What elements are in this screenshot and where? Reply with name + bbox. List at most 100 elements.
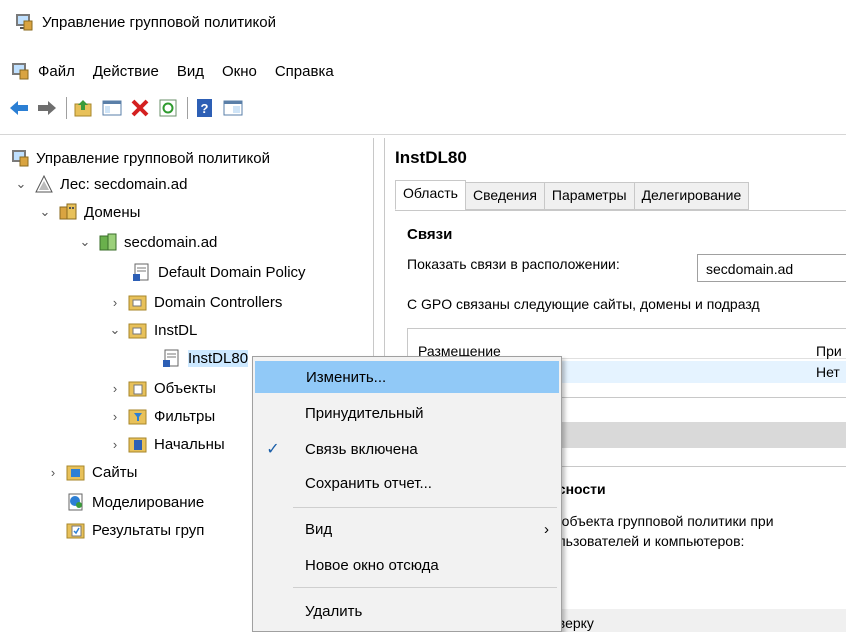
delete-icon — [131, 99, 149, 117]
wmi-filter-icon — [128, 409, 147, 425]
chevron-right-icon: › — [544, 520, 549, 538]
menu-separator — [293, 507, 557, 508]
tree-item-domains[interactable]: ⌄ Домены — [38, 200, 140, 224]
forward-button[interactable] — [36, 97, 58, 119]
menu-item-label: Вид — [305, 520, 333, 538]
chevron-down-icon[interactable]: ⌄ — [108, 322, 122, 338]
tab-settings[interactable]: Параметры — [543, 182, 635, 210]
links-description: С GPO связаны следующие сайты, домены и … — [407, 296, 760, 312]
show-hide-tree-icon — [102, 100, 122, 116]
delete-button[interactable] — [129, 97, 151, 119]
menu-item-label: Связь включена — [305, 440, 418, 458]
up-folder-icon — [74, 100, 92, 117]
chevron-right-icon[interactable]: › — [108, 437, 122, 452]
chevron-right-icon[interactable]: › — [108, 295, 122, 310]
system-menu-icon[interactable] — [10, 61, 30, 81]
help-icon: ? — [197, 99, 212, 117]
tree-item-domain-controllers[interactable]: › Domain Controllers — [108, 290, 282, 314]
properties-icon — [223, 100, 243, 116]
refresh-button[interactable] — [157, 97, 179, 119]
tree-label: Домены — [84, 203, 141, 221]
forward-icon — [38, 101, 56, 115]
context-menu: Изменить... Принудительный ✓ Связь включ… — [252, 356, 562, 632]
tree-item-results[interactable]: Результаты груп — [66, 518, 204, 542]
tab-strip: Область Сведения Параметры Делегирование — [395, 180, 750, 210]
tree-item-instdl[interactable]: ⌄ InstDL — [108, 318, 197, 342]
tree-item-root[interactable]: Управление групповой политикой — [10, 146, 270, 170]
menu-item-label: Удалить — [305, 602, 363, 620]
gpo-link-icon — [133, 263, 149, 281]
show-hide-tree-button[interactable] — [101, 97, 123, 119]
gpmc-icon — [12, 150, 29, 167]
menu-item-enforced[interactable]: Принудительный — [255, 397, 559, 429]
properties-button[interactable] — [222, 97, 244, 119]
security-description-line1: о объекта групповой политики при — [550, 513, 774, 529]
tree-item-default-domain-policy[interactable]: Default Domain Policy — [132, 260, 306, 284]
chevron-down-icon[interactable]: ⌄ — [38, 204, 52, 220]
chevron-right-icon[interactable]: › — [108, 381, 122, 396]
tree-item-starter-gpos[interactable]: › Начальны — [108, 432, 225, 456]
tree-item-gpo-objects[interactable]: › Объекты — [108, 376, 216, 400]
menu-item-label: Сохранить отчет... — [305, 474, 432, 492]
menu-help[interactable]: Справка — [275, 63, 334, 80]
tab-scope[interactable]: Область — [395, 180, 466, 210]
tab-delegation[interactable]: Делегирование — [633, 182, 750, 210]
tree-label: InstDL80 — [188, 349, 249, 367]
toolbar-separator — [187, 97, 188, 119]
refresh-icon — [159, 99, 177, 117]
menu-window[interactable]: Окно — [222, 63, 257, 80]
menu-item-delete[interactable]: Удалить — [255, 595, 559, 627]
tree-label: InstDL — [154, 321, 198, 339]
help-button[interactable]: ? — [194, 97, 216, 119]
back-button[interactable] — [8, 97, 30, 119]
tree-label: Начальны — [154, 435, 225, 453]
menu-item-new-window[interactable]: Новое окно отсюда — [255, 549, 559, 581]
chevron-right-icon[interactable]: › — [108, 409, 122, 424]
ou-folder-icon — [128, 295, 147, 311]
chevron-down-icon[interactable]: ⌄ — [14, 176, 28, 192]
tree-label: Default Domain Policy — [158, 263, 306, 281]
tree-label: Domain Controllers — [154, 293, 283, 311]
results-icon — [66, 523, 85, 539]
starter-gpo-icon — [128, 437, 147, 453]
sites-icon — [66, 465, 85, 481]
tree-label: Фильтры — [154, 407, 216, 425]
up-folder-button[interactable] — [73, 97, 95, 119]
tree-item-domain[interactable]: ⌄ secdomain.ad — [78, 230, 217, 254]
tree-label: Сайты — [92, 463, 138, 481]
menu-item-save-report[interactable]: Сохранить отчет... — [255, 467, 559, 499]
tree-item-wmi-filters[interactable]: › Фильтры — [108, 404, 215, 428]
table-header: Размещение При — [408, 329, 846, 359]
gpo-link-icon — [163, 349, 179, 367]
location-dropdown[interactable]: secdomain.ad — [697, 254, 846, 282]
menu-separator — [293, 587, 557, 588]
chevron-down-icon[interactable]: ⌄ — [78, 234, 92, 250]
menu-item-view[interactable]: Вид › — [255, 513, 559, 545]
menu-item-link-enabled[interactable]: ✓ Связь включена — [255, 433, 559, 465]
ou-folder-icon — [128, 323, 147, 339]
tree-item-forest[interactable]: ⌄ Лес: secdomain.ad — [14, 172, 187, 196]
toolbar: ? — [0, 94, 250, 122]
menu-file[interactable]: Файл — [38, 63, 75, 80]
tree-item-instdl80[interactable]: InstDL80 — [162, 346, 249, 370]
tab-details[interactable]: Сведения — [464, 182, 545, 210]
gpo-container-icon — [128, 381, 147, 397]
tree-item-sites[interactable]: › Сайты — [46, 460, 137, 484]
show-links-label: Показать связи в расположении: — [407, 256, 620, 272]
back-icon — [10, 101, 28, 115]
links-heading: Связи — [407, 226, 453, 243]
window-title: Управление групповой политикой — [42, 13, 276, 31]
tree-item-modeling[interactable]: Моделирование — [66, 490, 204, 514]
menu-action[interactable]: Действие — [93, 63, 159, 80]
menu-view[interactable]: Вид — [177, 63, 204, 80]
row-enforced-value: Нет — [816, 364, 840, 380]
checkmark-icon: ✓ — [266, 441, 280, 458]
column-enforced[interactable]: При — [816, 343, 842, 359]
forest-icon — [35, 174, 53, 193]
menu-item-edit[interactable]: Изменить... — [255, 361, 559, 393]
chevron-right-icon[interactable]: › — [46, 465, 60, 480]
gpo-title: InstDL80 — [395, 148, 467, 167]
menu-item-label: Изменить... — [306, 368, 387, 386]
window-titlebar: Управление групповой политикой — [0, 0, 846, 44]
tree-label: secdomain.ad — [124, 233, 218, 251]
